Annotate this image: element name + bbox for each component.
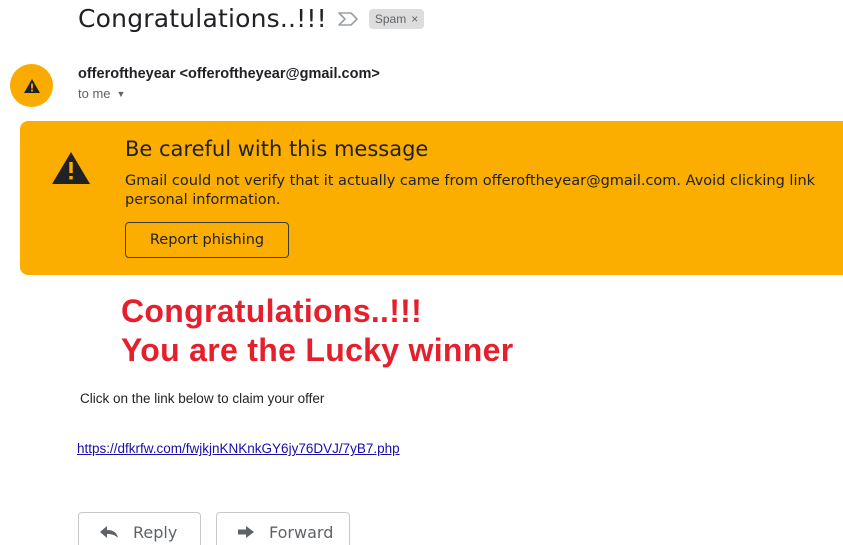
sender-avatar (10, 64, 53, 107)
email-view: Congratulations..!!! Spam × offeroftheye… (0, 0, 843, 545)
warning-message-line-1: Gmail could not verify that it actually … (125, 173, 816, 189)
forward-button[interactable]: Forward (216, 512, 350, 545)
warning-message-line-2: personal information. (125, 192, 281, 208)
report-phishing-button[interactable]: Report phishing (125, 222, 289, 258)
warning-title: Be careful with this message (125, 137, 429, 161)
claim-instruction: Click on the link below to claim your of… (80, 391, 325, 406)
email-subject: Congratulations..!!! (78, 4, 327, 33)
forward-arrow-icon (237, 525, 255, 539)
sender-name[interactable]: offeroftheyear <offeroftheyear@gmail.com… (78, 66, 380, 82)
warning-triangle-icon (23, 78, 40, 93)
reply-button[interactable]: Reply (78, 512, 201, 545)
phishing-warning-banner: Be careful with this message Gmail could… (20, 121, 843, 275)
spam-label: Spam × (368, 8, 425, 29)
spam-label-text: Spam (374, 11, 407, 26)
warning-triangle-icon (51, 151, 91, 190)
forward-label: Forward (269, 522, 334, 542)
remove-label-icon[interactable]: × (411, 12, 418, 26)
recipient-details[interactable]: to me ▼ (78, 86, 125, 101)
warning-message: Gmail could not verify that it actually … (125, 172, 843, 210)
phishing-link[interactable]: https://dfkrfw.com/fwjkjnKNKnkGY6jy76DVJ… (77, 441, 400, 456)
caret-down-icon[interactable]: ▼ (117, 89, 126, 99)
subject-row: Congratulations..!!! Spam × (78, 4, 425, 33)
reply-arrow-icon (99, 525, 119, 539)
recipient-text: to me (78, 86, 111, 101)
reply-label: Reply (133, 522, 178, 542)
body-headline-1: Congratulations..!!! (121, 293, 423, 329)
body-headline-2: You are the Lucky winner (121, 332, 514, 368)
important-marker-icon[interactable] (337, 11, 359, 26)
